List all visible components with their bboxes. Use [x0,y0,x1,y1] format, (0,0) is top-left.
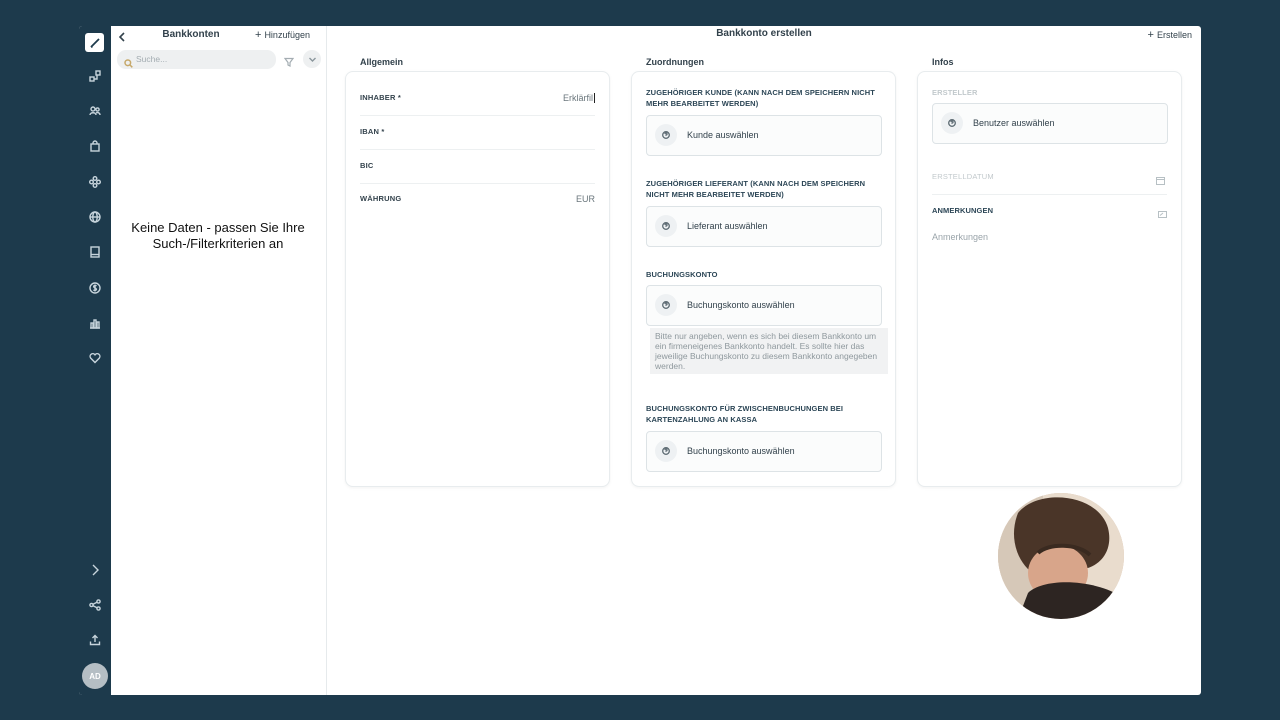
icon-rail: AD [79,26,111,695]
ersteller-select-label: Benutzer auswählen [973,118,1055,128]
buchungskonto-select[interactable]: Buchungskonto auswählen [646,285,882,326]
buchungskonto-select-label: Buchungskonto auswählen [687,300,795,310]
add-button-label: Hinzufügen [264,30,310,40]
users-icon[interactable] [87,103,103,119]
bar-chart-icon[interactable] [87,315,103,331]
help-icon [941,112,963,134]
buchungskonto-hint: Bitte nur angeben, wenn es sich bei dies… [650,328,888,374]
infos-card: ERSTELLER Benutzer auswählen ERSTELLDATU… [917,71,1182,487]
section-title-allgemein: Allgemein [360,57,404,67]
section-title-infos: Infos [932,57,954,67]
anmerkungen-label: ANMERKUNGEN [932,206,994,215]
heart-icon[interactable] [87,350,103,366]
field-waehrung[interactable]: WÄHRUNG EUR [360,182,595,216]
erstelldatum-label: ERSTELLDATUM [932,172,994,181]
globe-icon[interactable] [87,209,103,225]
workflow-icon[interactable] [87,68,103,84]
field-label: IBAN * [360,127,385,136]
add-button[interactable]: + Hinzufügen [255,28,310,41]
edit-icon[interactable] [1158,206,1167,218]
field-bic[interactable]: BIC [360,149,595,184]
plus-icon: + [1147,28,1154,41]
field-inhaber[interactable]: INHABER * Erklärfil [360,81,595,116]
field-label: WÄHRUNG [360,194,402,203]
zwischenbuchung-label: BUCHUNGSKONTO FÜR ZWISCHENBUCHUNGEN BEI … [646,404,844,424]
allgemein-card: INHABER * Erklärfil IBAN * BIC WÄHRUNG E… [345,71,610,487]
search-box [117,50,276,69]
ersteller-label: ERSTELLER [932,88,978,97]
field-value[interactable]: EUR [576,182,595,216]
upload-icon[interactable] [87,632,103,648]
search-icon [124,55,133,68]
back-icon[interactable] [117,29,131,43]
help-icon [655,124,677,146]
empty-state-message: Keine Daten - passen Sie Ihre Such-/Filt… [131,220,305,251]
lieferant-label: ZUGEHÖRIGER LIEFERANT (KANN NACH DEM SPE… [646,179,866,199]
pen-icon[interactable] [85,33,104,52]
kunde-select-label: Kunde auswählen [687,130,759,140]
lieferant-select-label: Lieferant auswählen [687,221,768,231]
shopping-bag-icon[interactable] [87,138,103,154]
chevron-down-icon[interactable] [303,50,321,68]
field-label: INHABER * [360,93,401,102]
create-button-label: Erstellen [1156,30,1192,40]
kunde-select[interactable]: Kunde auswählen [646,115,882,156]
avatar[interactable]: AD [82,663,108,689]
erstelldatum-row: ERSTELLDATUM [932,160,1167,195]
dollar-icon[interactable] [87,280,103,296]
webcam-overlay [998,493,1124,619]
zuordnungen-card: ZUGEHÖRIGER KUNDE (KANN NACH DEM SPEICHE… [631,71,896,487]
share-icon[interactable] [87,597,103,613]
field-iban[interactable]: IBAN * [360,115,595,150]
chevron-right-icon[interactable] [87,562,103,578]
buchungskonto-label: BUCHUNGSKONTO [646,270,718,279]
kunde-label: ZUGEHÖRIGER KUNDE (KANN NACH DEM SPEICHE… [646,88,875,108]
zwischenbuchung-select-label: Buchungskonto auswählen [687,446,795,456]
book-icon[interactable] [87,244,103,260]
ersteller-select[interactable]: Benutzer auswählen [932,103,1168,144]
help-icon [655,215,677,237]
calendar-icon[interactable] [1156,172,1165,185]
search-input[interactable] [136,52,266,66]
filter-icon[interactable] [283,54,296,67]
page-title: Bankkonto erstellen [716,28,812,39]
create-button[interactable]: + Erstellen [1147,28,1192,41]
plus-icon: + [255,28,262,41]
anmerkungen-input[interactable]: Anmerkungen [932,232,988,242]
help-icon [655,440,677,462]
list-title: Bankkonten [162,29,220,40]
list-panel: Bankkonten + Hinzufügen Keine Daten - pa… [111,26,327,695]
lieferant-select[interactable]: Lieferant auswählen [646,206,882,247]
field-label: BIC [360,161,374,170]
help-icon [655,294,677,316]
section-title-zuordnungen: Zuordnungen [646,57,704,67]
modules-icon[interactable] [87,174,103,190]
zwischenbuchung-select[interactable]: Buchungskonto auswählen [646,431,882,472]
field-value[interactable]: Erklärfil [563,93,595,103]
